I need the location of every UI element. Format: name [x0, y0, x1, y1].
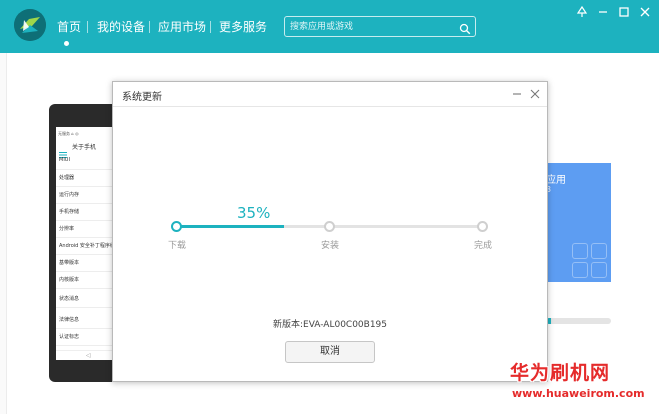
skin-icon[interactable] [575, 5, 589, 19]
step-install-dot [324, 221, 335, 232]
left-edge [0, 53, 7, 414]
step-complete-dot [477, 221, 488, 232]
nav-divider [149, 21, 150, 33]
system-update-dialog: 系统更新 35% 下载 安装 完成 新版本:EVA-AL00C00B195 取消 [112, 81, 548, 382]
apps-grid-icon [572, 243, 610, 279]
site-watermark: 华为刷机网 www.huaweirom.com [510, 358, 658, 410]
nav-item-my-devices[interactable]: 我的设备 [97, 18, 145, 35]
phone-status-text: 无服务 ⌂ ◎ [58, 131, 79, 136]
nav-item-home[interactable]: 首页 [57, 18, 81, 35]
step-complete-label: 完成 [474, 241, 493, 251]
nav-active-indicator [64, 41, 69, 46]
app-card[interactable]: 应用 3 [546, 163, 611, 282]
update-progress-fill [177, 225, 285, 228]
app-logo-icon[interactable] [14, 9, 46, 41]
phone-screen-title: 关于手机 [72, 144, 97, 151]
nav-item-more-services[interactable]: 更多服务 [219, 18, 267, 35]
menu-icon [59, 143, 67, 158]
close-icon[interactable] [638, 5, 652, 19]
nav-divider [210, 21, 211, 33]
new-version-text: 新版本:EVA-AL00C00B195 [272, 320, 388, 330]
app-card-title: 应用 [546, 175, 566, 186]
step-download-dot [171, 221, 182, 232]
search-input[interactable] [290, 19, 450, 34]
search-box[interactable] [284, 16, 476, 37]
cancel-button[interactable]: 取消 [285, 341, 375, 363]
top-bar: 首页 我的设备 应用市场 更多服务 [0, 0, 659, 53]
dialog-title: 系统更新 [122, 92, 162, 103]
dialog-minimize-icon[interactable] [510, 87, 524, 101]
minimize-icon[interactable] [596, 5, 610, 19]
back-icon: ◁ [86, 352, 91, 359]
maximize-icon[interactable] [617, 5, 631, 19]
nav-item-app-market[interactable]: 应用市场 [158, 18, 206, 35]
dialog-close-icon[interactable] [528, 87, 542, 101]
progress-percent: 35% [237, 204, 271, 222]
watermark-title: 华为刷机网 [510, 362, 611, 384]
background-progress-bar [546, 318, 611, 324]
search-icon[interactable] [459, 20, 471, 35]
dialog-header: 系统更新 [113, 82, 547, 107]
step-download-label: 下载 [168, 241, 187, 251]
watermark-url: www.huaweirom.com [512, 387, 645, 400]
step-install-label: 安装 [321, 241, 340, 251]
nav-divider [87, 21, 88, 33]
